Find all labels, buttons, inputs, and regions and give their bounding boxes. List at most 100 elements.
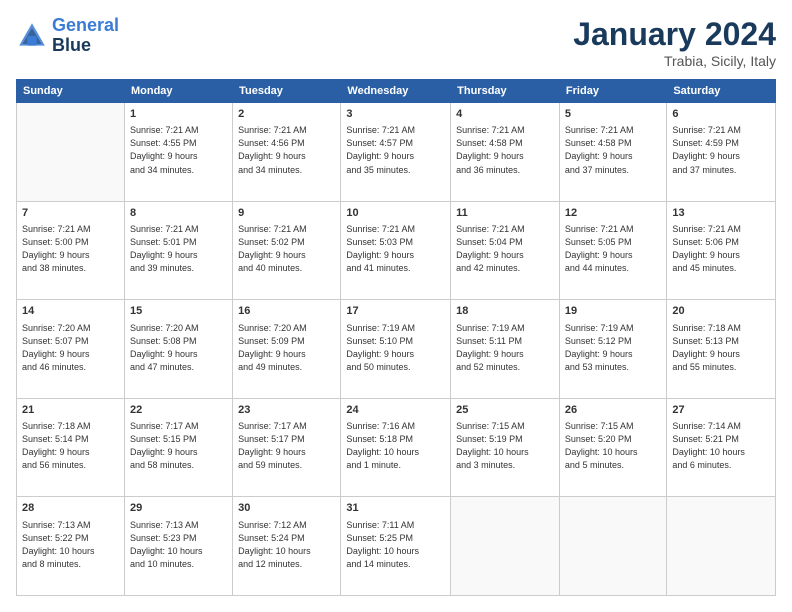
day-info: Sunrise: 7:11 AM Sunset: 5:25 PM Dayligh… bbox=[346, 519, 445, 571]
calendar-cell: 29Sunrise: 7:13 AM Sunset: 5:23 PM Dayli… bbox=[124, 497, 232, 596]
day-number: 25 bbox=[456, 403, 554, 418]
day-number: 21 bbox=[22, 403, 119, 418]
day-header-friday: Friday bbox=[559, 80, 666, 103]
day-number: 2 bbox=[238, 107, 335, 122]
calendar-cell: 22Sunrise: 7:17 AM Sunset: 5:15 PM Dayli… bbox=[124, 398, 232, 497]
calendar-cell: 9 Sunrise: 7:21 AM Sunset: 5:02 PM Daylig… bbox=[233, 201, 341, 300]
day-header-thursday: Thursday bbox=[451, 80, 560, 103]
day-number: 5 bbox=[565, 107, 661, 122]
day-number: 11 bbox=[456, 206, 554, 221]
day-info: Sunrise: 7:21 AM Sunset: 4:55 PM Dayligh… bbox=[130, 124, 227, 176]
day-info: Sunrise: 7:21 AM Sunset: 4:58 PM Dayligh… bbox=[456, 124, 554, 176]
day-info: Sunrise: 7:21 AM Sunset: 5:05 PM Dayligh… bbox=[565, 223, 661, 275]
day-info: Sunrise: 7:19 AM Sunset: 5:10 PM Dayligh… bbox=[346, 322, 445, 374]
day-info: Sunrise: 7:21 AM Sunset: 5:06 PM Dayligh… bbox=[672, 223, 770, 275]
calendar-week-row: 7 Sunrise: 7:21 AM Sunset: 5:00 PM Daylig… bbox=[17, 201, 776, 300]
logo-text: General Blue bbox=[52, 16, 119, 56]
day-info: Sunrise: 7:20 AM Sunset: 5:07 PM Dayligh… bbox=[22, 322, 119, 374]
calendar-week-row: 1 Sunrise: 7:21 AM Sunset: 4:55 PM Daylig… bbox=[17, 103, 776, 202]
day-number: 28 bbox=[22, 501, 119, 516]
calendar-cell: 17 Sunrise: 7:19 AM Sunset: 5:10 PM Dayli… bbox=[341, 300, 451, 399]
calendar-cell: 25 Sunrise: 7:15 AM Sunset: 5:19 PM Dayli… bbox=[451, 398, 560, 497]
day-info: Sunrise: 7:18 AM Sunset: 5:14 PM Dayligh… bbox=[22, 420, 119, 472]
header: General Blue January 2024 Trabia, Sicily… bbox=[16, 16, 776, 69]
day-info: Sunrise: 7:15 AM Sunset: 5:19 PM Dayligh… bbox=[456, 420, 554, 472]
day-number: 14 bbox=[22, 304, 119, 319]
day-info: Sunrise: 7:12 AM Sunset: 5:24 PM Dayligh… bbox=[238, 519, 335, 571]
calendar-cell: 26 Sunrise: 7:15 AM Sunset: 5:20 PM Dayli… bbox=[559, 398, 666, 497]
calendar-cell: 18 Sunrise: 7:19 AM Sunset: 5:11 PM Dayli… bbox=[451, 300, 560, 399]
location-subtitle: Trabia, Sicily, Italy bbox=[573, 53, 776, 69]
day-info: Sunrise: 7:21 AM Sunset: 5:02 PM Dayligh… bbox=[238, 223, 335, 275]
day-info: Sunrise: 7:21 AM Sunset: 4:59 PM Dayligh… bbox=[672, 124, 770, 176]
day-info: Sunrise: 7:21 AM Sunset: 5:03 PM Dayligh… bbox=[346, 223, 445, 275]
day-header-wednesday: Wednesday bbox=[341, 80, 451, 103]
day-info: Sunrise: 7:21 AM Sunset: 5:01 PM Dayligh… bbox=[130, 223, 227, 275]
calendar-cell: 6 Sunrise: 7:21 AM Sunset: 4:59 PM Daylig… bbox=[667, 103, 776, 202]
calendar-week-row: 14 Sunrise: 7:20 AM Sunset: 5:07 PM Dayli… bbox=[17, 300, 776, 399]
calendar-cell: 12Sunrise: 7:21 AM Sunset: 5:05 PM Dayli… bbox=[559, 201, 666, 300]
day-number: 3 bbox=[346, 107, 445, 122]
calendar-cell: 21 Sunrise: 7:18 AM Sunset: 5:14 PM Dayli… bbox=[17, 398, 125, 497]
calendar-cell bbox=[667, 497, 776, 596]
calendar-cell: 2 Sunrise: 7:21 AM Sunset: 4:56 PM Daylig… bbox=[233, 103, 341, 202]
day-info: Sunrise: 7:21 AM Sunset: 4:57 PM Dayligh… bbox=[346, 124, 445, 176]
calendar-week-row: 21 Sunrise: 7:18 AM Sunset: 5:14 PM Dayli… bbox=[17, 398, 776, 497]
day-number: 6 bbox=[672, 107, 770, 122]
day-number: 1 bbox=[130, 107, 227, 122]
day-header-tuesday: Tuesday bbox=[233, 80, 341, 103]
calendar-cell: 24Sunrise: 7:16 AM Sunset: 5:18 PM Dayli… bbox=[341, 398, 451, 497]
day-number: 8 bbox=[130, 206, 227, 221]
day-info: Sunrise: 7:16 AM Sunset: 5:18 PM Dayligh… bbox=[346, 420, 445, 472]
page: General Blue January 2024 Trabia, Sicily… bbox=[0, 0, 792, 612]
calendar-cell bbox=[451, 497, 560, 596]
day-number: 4 bbox=[456, 107, 554, 122]
day-number: 19 bbox=[565, 304, 661, 319]
calendar-cell: 23 Sunrise: 7:17 AM Sunset: 5:17 PM Dayli… bbox=[233, 398, 341, 497]
calendar-cell bbox=[17, 103, 125, 202]
day-info: Sunrise: 7:20 AM Sunset: 5:09 PM Dayligh… bbox=[238, 322, 335, 374]
calendar-week-row: 28Sunrise: 7:13 AM Sunset: 5:22 PM Dayli… bbox=[17, 497, 776, 596]
calendar-cell: 30 Sunrise: 7:12 AM Sunset: 5:24 PM Dayli… bbox=[233, 497, 341, 596]
day-number: 18 bbox=[456, 304, 554, 319]
calendar-cell: 10 Sunrise: 7:21 AM Sunset: 5:03 PM Dayli… bbox=[341, 201, 451, 300]
day-header-monday: Monday bbox=[124, 80, 232, 103]
day-info: Sunrise: 7:19 AM Sunset: 5:12 PM Dayligh… bbox=[565, 322, 661, 374]
calendar-cell: 19 Sunrise: 7:19 AM Sunset: 5:12 PM Dayli… bbox=[559, 300, 666, 399]
calendar-cell: 5 Sunrise: 7:21 AM Sunset: 4:58 PM Daylig… bbox=[559, 103, 666, 202]
calendar-cell: 1 Sunrise: 7:21 AM Sunset: 4:55 PM Daylig… bbox=[124, 103, 232, 202]
day-number: 30 bbox=[238, 501, 335, 516]
calendar-cell: 4 Sunrise: 7:21 AM Sunset: 4:58 PM Daylig… bbox=[451, 103, 560, 202]
calendar-cell: 8 Sunrise: 7:21 AM Sunset: 5:01 PM Daylig… bbox=[124, 201, 232, 300]
day-info: Sunrise: 7:21 AM Sunset: 5:00 PM Dayligh… bbox=[22, 223, 119, 275]
day-number: 23 bbox=[238, 403, 335, 418]
day-info: Sunrise: 7:14 AM Sunset: 5:21 PM Dayligh… bbox=[672, 420, 770, 472]
day-number: 20 bbox=[672, 304, 770, 319]
day-info: Sunrise: 7:17 AM Sunset: 5:17 PM Dayligh… bbox=[238, 420, 335, 472]
day-number: 9 bbox=[238, 206, 335, 221]
day-info: Sunrise: 7:21 AM Sunset: 4:58 PM Dayligh… bbox=[565, 124, 661, 176]
day-header-sunday: Sunday bbox=[17, 80, 125, 103]
calendar-cell: 14 Sunrise: 7:20 AM Sunset: 5:07 PM Dayli… bbox=[17, 300, 125, 399]
day-number: 13 bbox=[672, 206, 770, 221]
day-number: 16 bbox=[238, 304, 335, 319]
title-block: January 2024 Trabia, Sicily, Italy bbox=[573, 16, 776, 69]
day-number: 31 bbox=[346, 501, 445, 516]
day-header-saturday: Saturday bbox=[667, 80, 776, 103]
calendar-cell: 3 Sunrise: 7:21 AM Sunset: 4:57 PM Daylig… bbox=[341, 103, 451, 202]
calendar-cell: 27Sunrise: 7:14 AM Sunset: 5:21 PM Dayli… bbox=[667, 398, 776, 497]
logo: General Blue bbox=[16, 16, 119, 56]
month-title: January 2024 bbox=[573, 16, 776, 53]
day-number: 26 bbox=[565, 403, 661, 418]
day-number: 10 bbox=[346, 206, 445, 221]
day-number: 15 bbox=[130, 304, 227, 319]
day-info: Sunrise: 7:19 AM Sunset: 5:11 PM Dayligh… bbox=[456, 322, 554, 374]
day-info: Sunrise: 7:13 AM Sunset: 5:23 PM Dayligh… bbox=[130, 519, 227, 571]
day-info: Sunrise: 7:21 AM Sunset: 4:56 PM Dayligh… bbox=[238, 124, 335, 176]
day-info: Sunrise: 7:15 AM Sunset: 5:20 PM Dayligh… bbox=[565, 420, 661, 472]
calendar-cell: 16 Sunrise: 7:20 AM Sunset: 5:09 PM Dayli… bbox=[233, 300, 341, 399]
day-number: 7 bbox=[22, 206, 119, 221]
day-number: 17 bbox=[346, 304, 445, 319]
calendar-cell: 31 Sunrise: 7:11 AM Sunset: 5:25 PM Dayli… bbox=[341, 497, 451, 596]
calendar-table: SundayMondayTuesdayWednesdayThursdayFrid… bbox=[16, 79, 776, 596]
